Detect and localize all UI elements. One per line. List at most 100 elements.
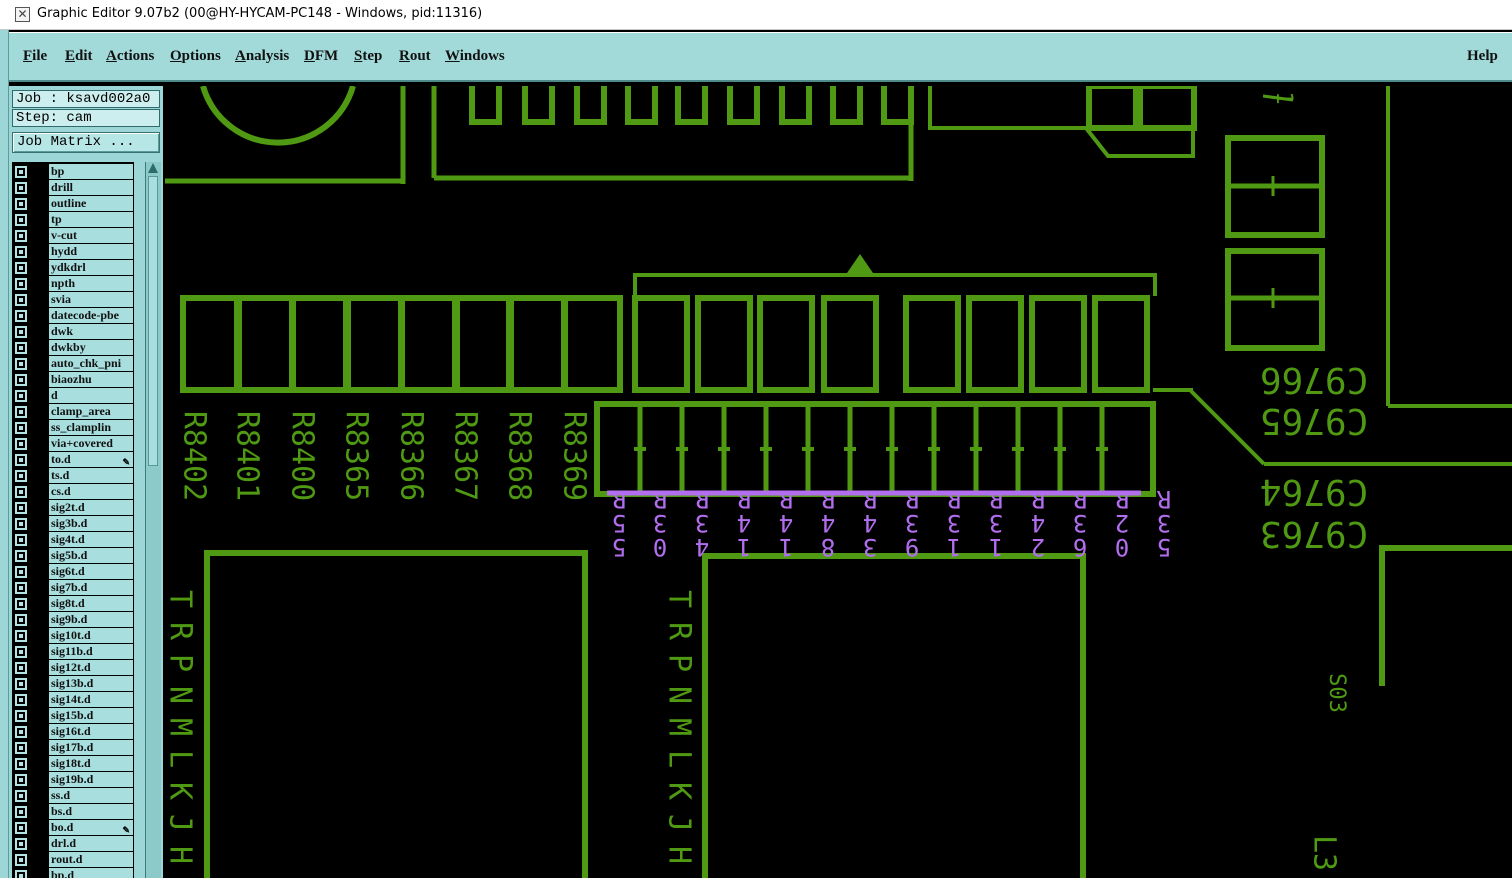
layer-row[interactable]: bp.d (12, 868, 134, 878)
layer-checkbox[interactable] (15, 838, 27, 850)
layer-checkbox[interactable] (15, 326, 27, 338)
layer-name[interactable]: outline (49, 196, 133, 211)
layer-name[interactable]: bp.d (49, 868, 133, 878)
layer-checkbox[interactable] (15, 854, 27, 866)
layer-checkbox[interactable] (15, 342, 27, 354)
layer-name[interactable]: clamp_area (49, 404, 133, 419)
layer-row[interactable]: sig15b.d (12, 708, 134, 724)
layer-checkbox[interactable] (15, 790, 27, 802)
layer-row[interactable]: sig8t.d (12, 596, 134, 612)
menu-options[interactable]: Options (170, 48, 221, 65)
scroll-up-arrow-icon[interactable] (148, 163, 158, 173)
layer-checkbox[interactable] (15, 470, 27, 482)
layer-row[interactable]: to.d ✎ (12, 452, 134, 468)
layer-row[interactable]: drill (12, 180, 134, 196)
layer-checkbox[interactable] (15, 742, 27, 754)
layer-name[interactable]: sig13b.d (49, 676, 133, 691)
layer-row[interactable]: hydd (12, 244, 134, 260)
layer-checkbox[interactable] (15, 294, 27, 306)
layer-checkbox[interactable] (15, 262, 27, 274)
layer-row[interactable]: via+covered (12, 436, 134, 452)
layer-name[interactable]: drl.d (49, 836, 133, 851)
layer-checkbox[interactable] (15, 454, 27, 466)
layer-row[interactable]: sig18t.d (12, 756, 134, 772)
layer-checkbox[interactable] (15, 406, 27, 418)
layer-name[interactable]: d (49, 388, 133, 403)
menu-analysis[interactable]: Analysis (235, 48, 289, 65)
layer-checkbox[interactable] (15, 422, 27, 434)
layer-name[interactable]: cs.d (49, 484, 133, 499)
layer-checkbox[interactable] (15, 694, 27, 706)
layer-row[interactable]: sig6t.d (12, 564, 134, 580)
layer-checkbox[interactable] (15, 246, 27, 258)
layer-checkbox[interactable] (15, 598, 27, 610)
layer-name[interactable]: ts.d (49, 468, 133, 483)
layer-checkbox[interactable] (15, 550, 27, 562)
layer-row[interactable]: sig14t.d (12, 692, 134, 708)
layer-row[interactable]: ss.d (12, 788, 134, 804)
layer-row[interactable]: sig7b.d (12, 580, 134, 596)
layer-name[interactable]: bs.d (49, 804, 133, 819)
layer-name[interactable]: tp (49, 212, 133, 227)
menu-help[interactable]: Help (1467, 48, 1498, 65)
layer-name[interactable]: sig8t.d (49, 596, 133, 611)
layer-name[interactable]: via+covered (49, 436, 133, 451)
layer-checkbox[interactable] (15, 582, 27, 594)
layer-row[interactable]: tp (12, 212, 134, 228)
layer-name[interactable]: drill (49, 180, 133, 195)
layer-row[interactable]: biaozhu (12, 372, 134, 388)
menu-edit[interactable]: Edit (65, 48, 93, 65)
menu-windows[interactable]: Windows (445, 48, 505, 65)
layer-checkbox[interactable] (15, 614, 27, 626)
layer-name[interactable]: bp (49, 164, 133, 179)
layer-name[interactable]: dwkby (49, 340, 133, 355)
layer-name[interactable]: dwk (49, 324, 133, 339)
layer-checkbox[interactable] (15, 534, 27, 546)
layer-checkbox[interactable] (15, 390, 27, 402)
layer-name[interactable]: sig9b.d (49, 612, 133, 627)
layer-row[interactable]: ydkdrl (12, 260, 134, 276)
layer-checkbox[interactable] (15, 662, 27, 674)
layer-row[interactable]: ts.d (12, 468, 134, 484)
layer-name[interactable]: sig12t.d (49, 660, 133, 675)
layer-name[interactable]: datecode-pbe (49, 308, 133, 323)
layer-row[interactable]: sig16t.d (12, 724, 134, 740)
layer-name[interactable]: sig5b.d (49, 548, 133, 563)
layer-name[interactable]: sig18t.d (49, 756, 133, 771)
graphic-canvas[interactable]: R8402 R8401 R8400 R8365 R8366 R8367 R8368 R8369… (163, 86, 1512, 878)
layer-checkbox[interactable] (15, 182, 27, 194)
layer-checkbox[interactable] (15, 646, 27, 658)
layer-row[interactable]: rout.d (12, 852, 134, 868)
layer-name[interactable]: to.d ✎ (49, 452, 133, 467)
layer-name[interactable]: v-cut (49, 228, 133, 243)
menu-dfm[interactable]: DFM (304, 48, 338, 65)
layer-row[interactable]: sig17b.d (12, 740, 134, 756)
layer-row[interactable]: bo.d ✎ (12, 820, 134, 836)
layer-name[interactable]: sig4t.d (49, 532, 133, 547)
layer-name[interactable]: biaozhu (49, 372, 133, 387)
layer-checkbox[interactable] (15, 374, 27, 386)
layer-row[interactable]: sig13b.d (12, 676, 134, 692)
layer-name[interactable]: sig15b.d (49, 708, 133, 723)
layer-checkbox[interactable] (15, 774, 27, 786)
layer-row[interactable]: datecode-pbe (12, 308, 134, 324)
layer-row[interactable]: sig3b.d (12, 516, 134, 532)
layer-checkbox[interactable] (15, 710, 27, 722)
layer-checkbox[interactable] (15, 870, 27, 878)
layer-row[interactable]: sig2t.d (12, 500, 134, 516)
layer-checkbox[interactable] (15, 198, 27, 210)
layer-row[interactable]: auto_chk_pni (12, 356, 134, 372)
layer-name[interactable]: sig17b.d (49, 740, 133, 755)
layer-checkbox[interactable] (15, 310, 27, 322)
layer-checkbox[interactable] (15, 166, 27, 178)
layer-name[interactable]: ydkdrl (49, 260, 133, 275)
layer-name[interactable]: sig16t.d (49, 724, 133, 739)
layer-row[interactable]: drl.d (12, 836, 134, 852)
layer-row[interactable]: sig12t.d (12, 660, 134, 676)
layer-checkbox[interactable] (15, 758, 27, 770)
layer-name[interactable]: ss_clamplin (49, 420, 133, 435)
menu-actions[interactable]: Actions (106, 48, 154, 65)
layer-row[interactable]: dwkby (12, 340, 134, 356)
menu-file[interactable]: File (23, 48, 47, 65)
layer-row[interactable]: clamp_area (12, 404, 134, 420)
